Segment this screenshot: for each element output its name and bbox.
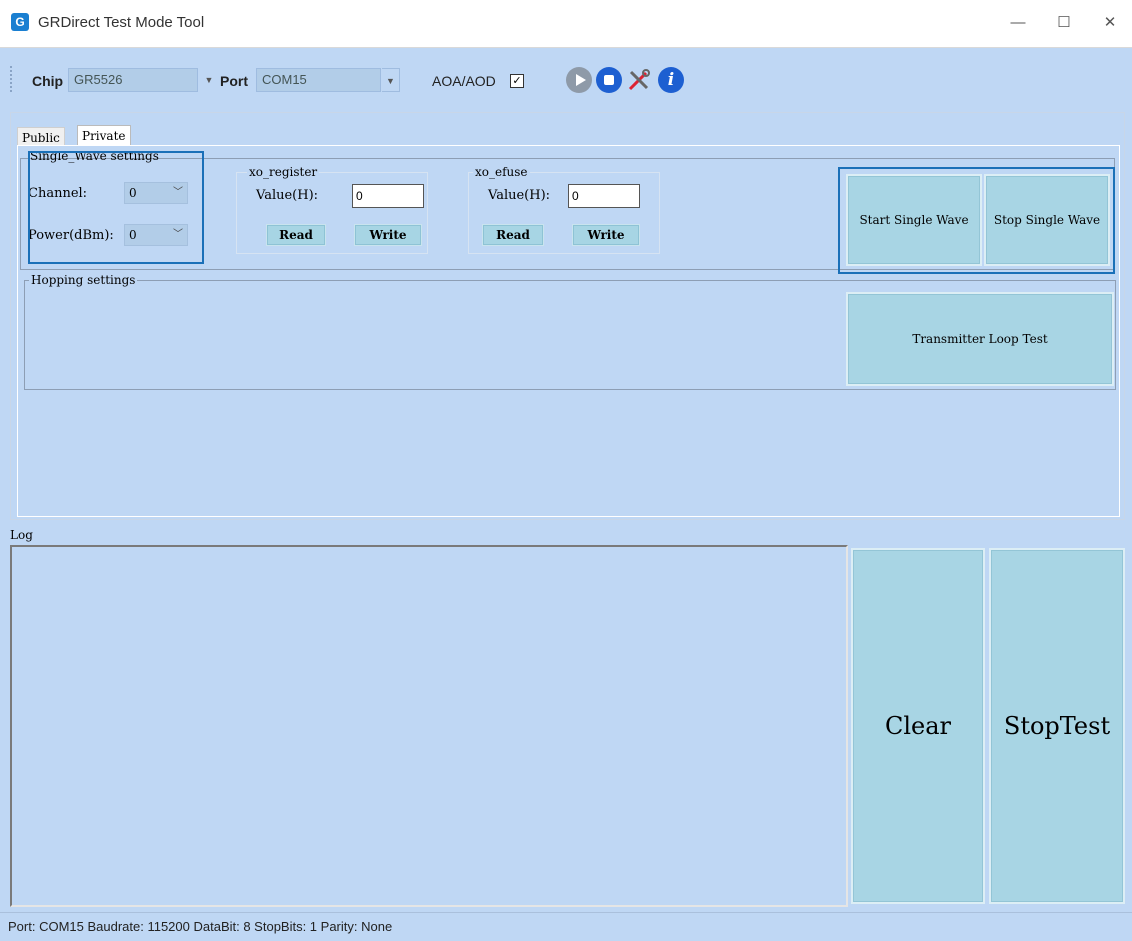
chip-select[interactable]: GR5526 bbox=[68, 68, 198, 92]
port-dropdown-arrow-icon[interactable]: ▼ bbox=[382, 68, 400, 92]
status-bar: Port: COM15 Baudrate: 115200 DataBit: 8 … bbox=[0, 912, 1132, 941]
tab-container: Public Private Single_Wave settings Chan… bbox=[10, 112, 1125, 520]
tab-private[interactable]: Private bbox=[77, 125, 131, 145]
port-label: Port bbox=[220, 73, 248, 89]
xo-efuse-write-button[interactable]: Write bbox=[572, 224, 640, 246]
xo-register-write-button[interactable]: Write bbox=[354, 224, 422, 246]
power-select[interactable]: 0 ﹀ bbox=[124, 224, 188, 246]
toolbar-grip[interactable] bbox=[10, 66, 13, 92]
xo-register-legend: xo_register bbox=[249, 165, 318, 179]
single-wave-legend: Single_Wave settings bbox=[30, 149, 159, 163]
transmitter-loop-test-button[interactable]: Transmitter Loop Test bbox=[846, 292, 1114, 386]
aoa-aod-checkbox[interactable]: ✓ bbox=[510, 74, 524, 88]
channel-select[interactable]: 0 ﹀ bbox=[124, 182, 188, 204]
play-icon[interactable] bbox=[566, 67, 592, 93]
chevron-down-icon: ﹀ bbox=[173, 187, 183, 198]
log-label: Log bbox=[10, 528, 33, 542]
hopping-settings-legend: Hopping settings bbox=[31, 273, 136, 287]
app-logo-icon: G bbox=[11, 13, 29, 31]
aoa-aod-label: AOA/AOD bbox=[432, 73, 496, 89]
tab-public[interactable]: Public bbox=[17, 127, 65, 145]
power-value: 0 bbox=[129, 228, 137, 242]
start-single-wave-button[interactable]: Start Single Wave bbox=[846, 174, 982, 266]
clear-button[interactable]: Clear bbox=[851, 548, 985, 904]
tools-icon[interactable] bbox=[626, 67, 652, 93]
toolbar: Chip GR5526 ▼ Port COM15 ▼ AOA/AOD ✓ i bbox=[10, 60, 1122, 100]
xo-register-read-button[interactable]: Read bbox=[266, 224, 326, 246]
minimize-button[interactable]: — bbox=[998, 8, 1038, 38]
chip-dropdown-arrow-icon[interactable]: ▼ bbox=[200, 68, 218, 92]
stop-single-wave-button[interactable]: Stop Single Wave bbox=[984, 174, 1110, 266]
xo-efuse-value-label: Value(H): bbox=[488, 188, 551, 203]
xo-efuse-read-button[interactable]: Read bbox=[482, 224, 544, 246]
chip-label: Chip bbox=[32, 73, 64, 89]
maximize-button[interactable]: ☐ bbox=[1044, 8, 1084, 38]
xo-register-value-label: Value(H): bbox=[256, 188, 319, 203]
port-select[interactable]: COM15 bbox=[256, 68, 381, 92]
close-button[interactable]: ✕ bbox=[1090, 8, 1130, 38]
channel-label: Channel: bbox=[28, 186, 88, 201]
chevron-down-icon: ﹀ bbox=[173, 229, 183, 240]
stop-icon[interactable] bbox=[596, 67, 622, 93]
info-icon[interactable]: i bbox=[658, 67, 684, 93]
private-tab-content: Single_Wave settings Channel: 0 ﹀ Power(… bbox=[17, 145, 1120, 517]
window-title: GRDirect Test Mode Tool bbox=[38, 14, 205, 31]
xo-efuse-value-input[interactable]: 0 bbox=[568, 184, 640, 208]
xo-efuse-legend: xo_efuse bbox=[475, 165, 528, 179]
single-wave-group: Single_Wave settings bbox=[24, 150, 200, 264]
channel-value: 0 bbox=[129, 186, 137, 200]
log-output[interactable] bbox=[10, 545, 848, 907]
power-label: Power(dBm): bbox=[28, 228, 114, 243]
stop-test-button[interactable]: StopTest bbox=[989, 548, 1125, 904]
title-bar: G GRDirect Test Mode Tool — ☐ ✕ bbox=[0, 0, 1132, 48]
xo-register-value-input[interactable]: 0 bbox=[352, 184, 424, 208]
